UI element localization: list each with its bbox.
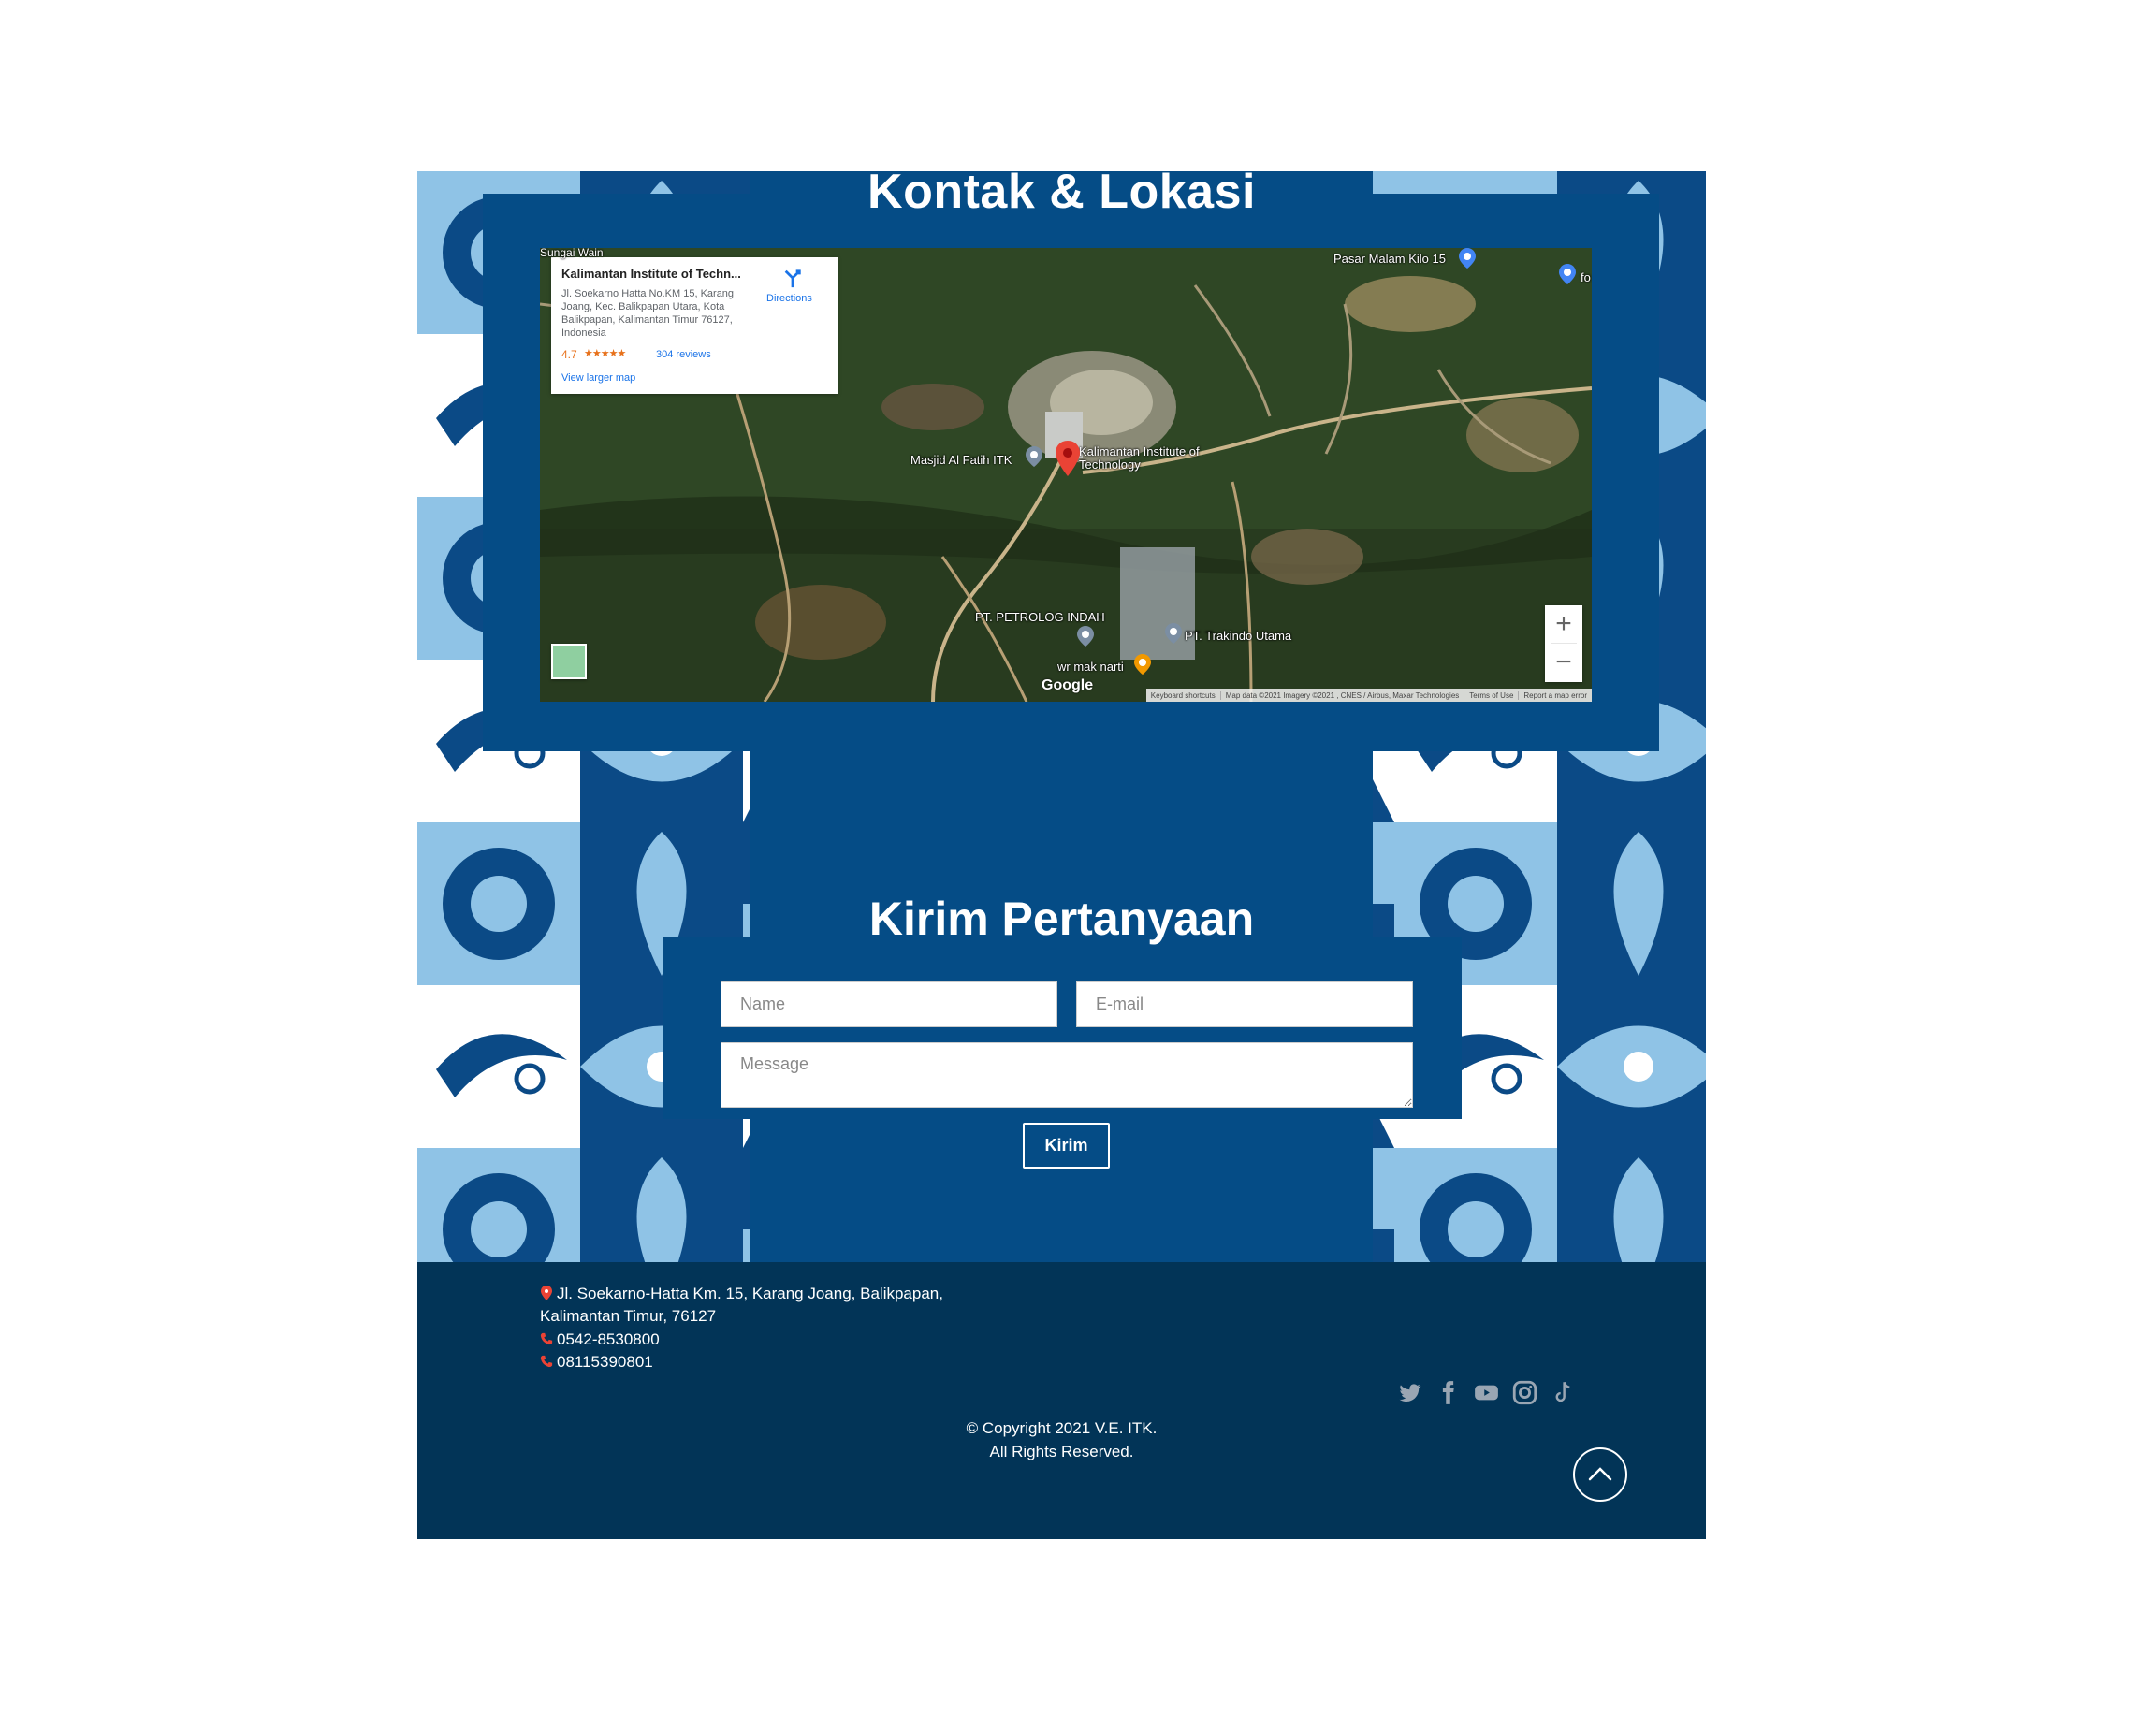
- directions-icon[interactable]: [782, 269, 803, 289]
- contact-title: Kontak & Lokasi: [867, 171, 1256, 219]
- keyboard-shortcuts-link[interactable]: Keyboard shortcuts: [1146, 691, 1220, 700]
- map-label-fo: fo: [1581, 270, 1591, 284]
- batik-motif: [1557, 985, 1706, 1148]
- location-pin-icon[interactable]: [1056, 441, 1080, 476]
- embedded-map[interactable]: Kalimantan Institute of Techn... Jl. Soe…: [540, 248, 1592, 702]
- copyright: © Copyright 2021 V.E. ITK. All Rights Re…: [417, 1417, 1706, 1463]
- chevron-up-icon: [1588, 1467, 1612, 1481]
- address-line-2: Kalimantan Timur, 76127: [540, 1307, 717, 1325]
- phone-number-1[interactable]: 0542-8530800: [557, 1330, 660, 1348]
- map-type-toggle[interactable]: [551, 644, 587, 679]
- batik-motif: [417, 985, 580, 1148]
- map-label-trakindo: PT. Trakindo Utama: [1185, 629, 1292, 643]
- map-label-masjid: Masjid Al Fatih ITK: [910, 453, 1012, 467]
- copyright-line-1: © Copyright 2021 V.E. ITK.: [966, 1419, 1158, 1437]
- phone-number-2[interactable]: 08115390801: [557, 1353, 653, 1371]
- copyright-line-2: All Rights Reserved.: [989, 1443, 1134, 1460]
- restaurant-pin-icon[interactable]: [1134, 654, 1151, 675]
- map-pin-icon: [541, 1286, 552, 1300]
- place-rating: 4.7: [561, 348, 577, 361]
- rating-stars-icon: ★★★★★: [584, 348, 626, 359]
- name-input[interactable]: [721, 981, 1057, 1027]
- report-error-link[interactable]: Report a map error: [1518, 690, 1592, 700]
- shop-pin-icon[interactable]: [1559, 264, 1576, 284]
- map-label-itk: Kalimantan Institute of Technology: [1079, 444, 1200, 472]
- place-name: Kalimantan Institute of Techn...: [561, 267, 741, 281]
- tiktok-icon[interactable]: [1551, 1380, 1576, 1405]
- facebook-icon[interactable]: [1435, 1380, 1461, 1405]
- mosque-pin-icon[interactable]: [1026, 446, 1042, 467]
- page: Kontak & Lokasi Kalimantan Institute of …: [417, 171, 1706, 1539]
- zoom-out-button[interactable]: −: [1545, 644, 1582, 681]
- view-larger-map-link[interactable]: View larger map: [561, 372, 635, 384]
- directions-link[interactable]: Directions: [766, 293, 812, 304]
- footer-phone-2: 08115390801: [540, 1353, 653, 1372]
- map-info-card: Kalimantan Institute of Techn... Jl. Soe…: [551, 257, 838, 394]
- footer-address: Jl. Soekarno-Hatta Km. 15, Karang Joang,…: [540, 1285, 943, 1303]
- place-address: Jl. Soekarno Hatta No.KM 15, Karang Joan…: [561, 288, 735, 339]
- footer: Jl. Soekarno-Hatta Km. 15, Karang Joang,…: [417, 1262, 1706, 1539]
- google-logo: Google: [1042, 677, 1094, 693]
- batik-tile: [417, 985, 580, 1148]
- zoom-in-button[interactable]: +: [1545, 605, 1582, 643]
- map-label-sungai-wain: Sungai Wain: [540, 248, 604, 259]
- phone-icon: [540, 1355, 553, 1368]
- map-label-mak-narti: wr mak narti: [1057, 660, 1124, 674]
- trakindo-pin-icon[interactable]: [1165, 623, 1182, 644]
- social-links: [1397, 1380, 1576, 1405]
- batik-tile: [1557, 985, 1706, 1148]
- terms-link[interactable]: Terms of Use: [1464, 690, 1518, 700]
- instagram-icon[interactable]: [1512, 1380, 1537, 1405]
- email-input[interactable]: [1076, 981, 1413, 1027]
- map-attribution-bar: Keyboard shortcuts Map data ©2021 Imager…: [1145, 689, 1592, 702]
- zoom-control: + −: [1545, 605, 1582, 682]
- phone-icon: [540, 1332, 553, 1345]
- map-data-text: Map data ©2021 Imagery ©2021 , CNES / Ai…: [1219, 690, 1464, 700]
- twitter-icon[interactable]: [1397, 1380, 1422, 1405]
- map-label-pasar-malam: Pasar Malam Kilo 15: [1333, 252, 1446, 266]
- reviews-link[interactable]: 304 reviews: [656, 349, 711, 360]
- back-to-top-button[interactable]: [1573, 1447, 1627, 1502]
- footer-phone-1: 0542-8530800: [540, 1330, 660, 1349]
- address-line-1: Jl. Soekarno-Hatta Km. 15, Karang Joang,…: [557, 1285, 943, 1302]
- message-textarea[interactable]: [721, 1042, 1413, 1108]
- company-pin-icon[interactable]: [1077, 626, 1094, 647]
- market-pin-icon[interactable]: [1459, 248, 1476, 269]
- question-title: Kirim Pertanyaan: [868, 893, 1255, 945]
- map-label-petrolog: PT. PETROLOG INDAH: [975, 610, 1105, 624]
- youtube-icon[interactable]: [1474, 1380, 1499, 1405]
- send-button[interactable]: Kirim: [1023, 1123, 1110, 1169]
